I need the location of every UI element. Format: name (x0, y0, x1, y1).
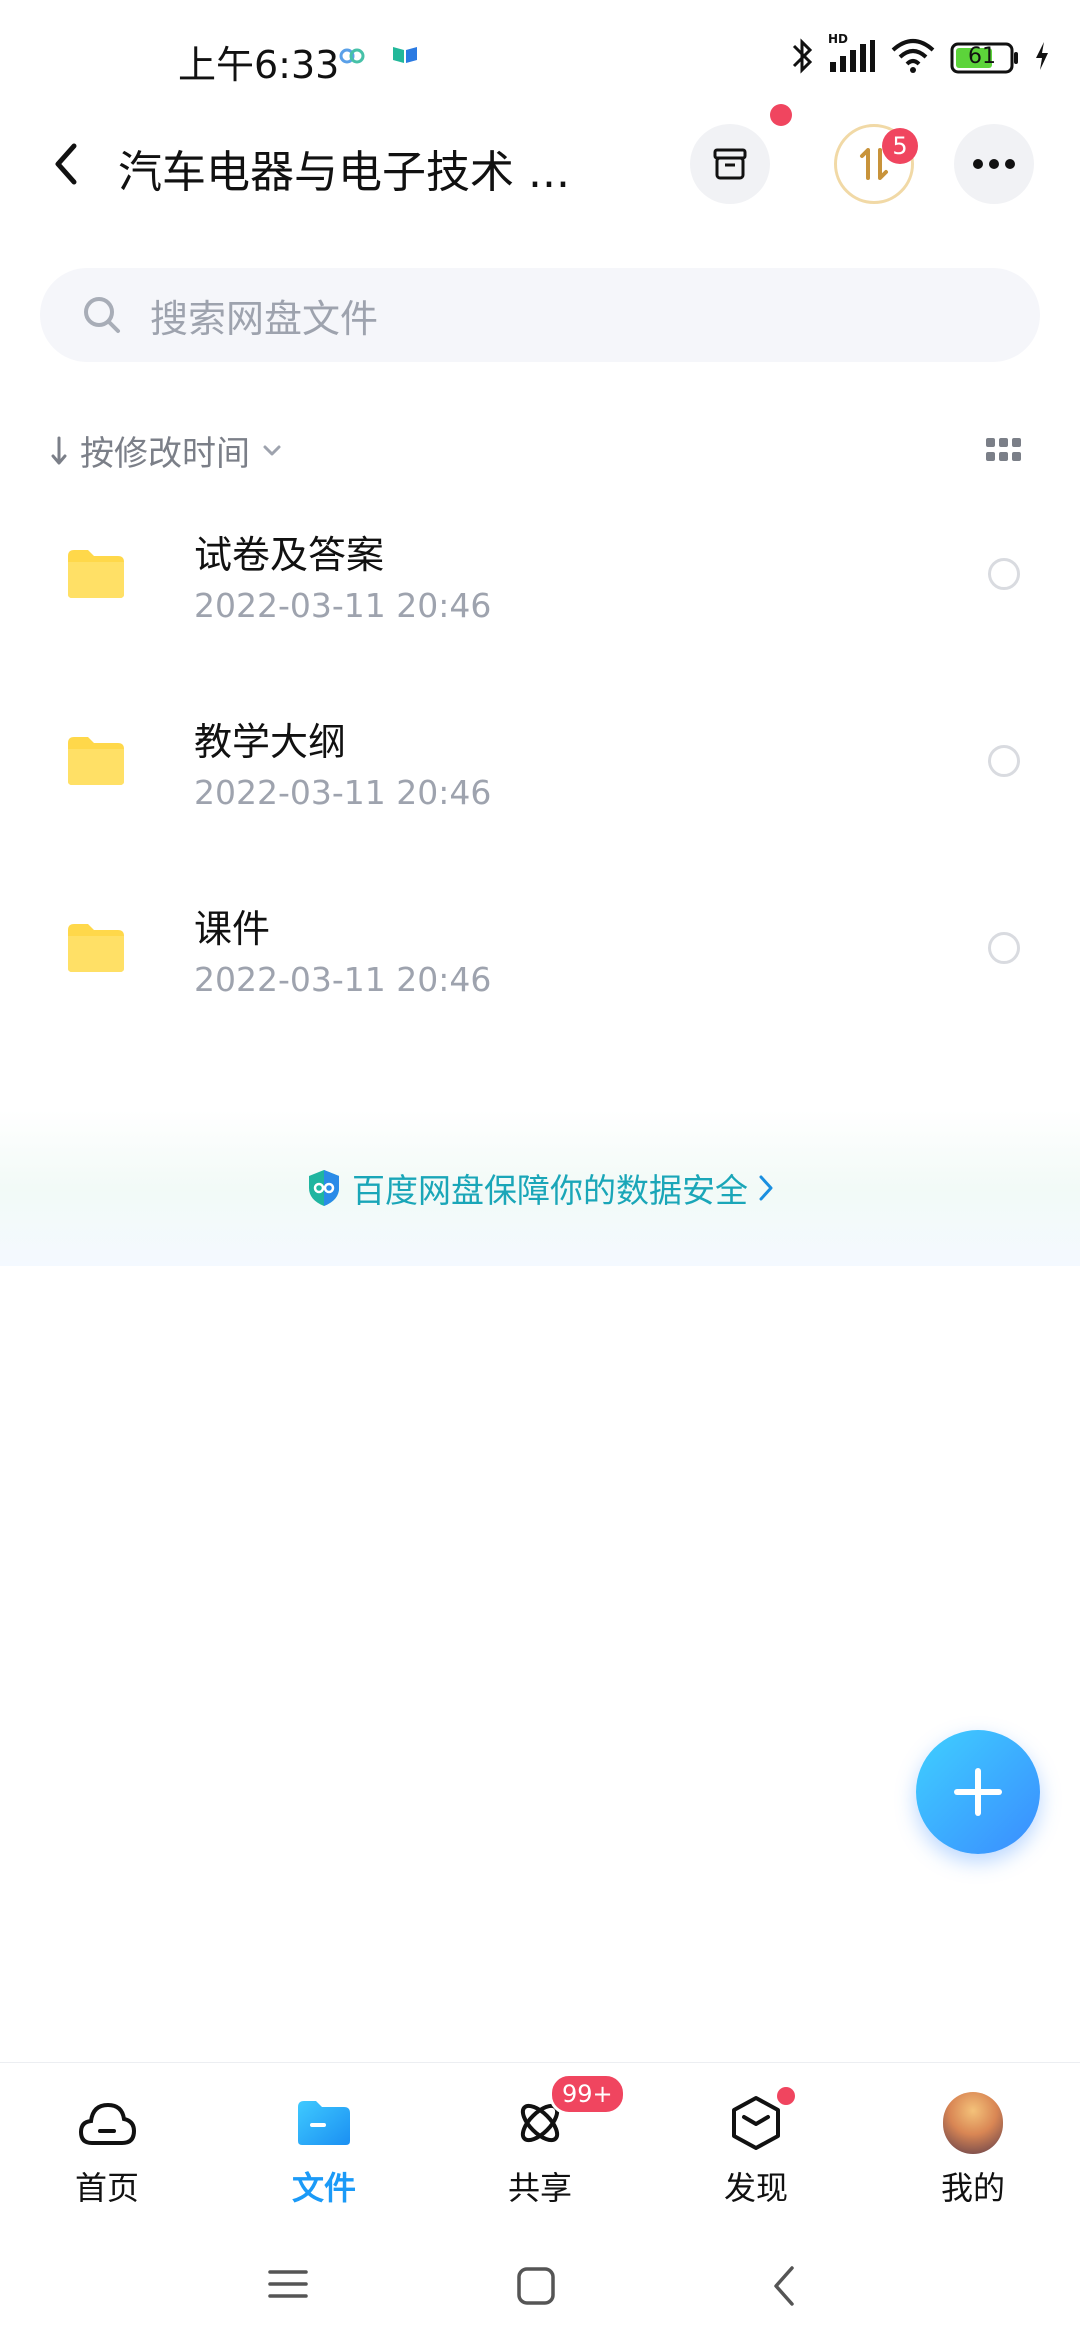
shield-icon (309, 1170, 339, 1206)
share-count-badge: 99+ (549, 2073, 626, 2115)
transfer-count-badge: 5 (882, 128, 918, 164)
discover-cube-icon (726, 2093, 786, 2153)
folder-icon (68, 550, 124, 598)
grid-icon (986, 438, 1021, 461)
nav-label: 文件 (291, 2169, 356, 2207)
search-icon (80, 293, 124, 337)
sort-label: 按修改时间 (80, 434, 250, 474)
search-input[interactable]: 搜索网盘文件 (40, 268, 1040, 362)
search-placeholder: 搜索网盘文件 (150, 296, 379, 341)
chevron-down-icon (263, 445, 281, 455)
menu-icon[interactable] (268, 2268, 308, 2300)
sort-selector[interactable]: 按修改时间 (50, 426, 282, 475)
home-square-icon[interactable] (516, 2266, 556, 2306)
security-banner[interactable]: 百度网盘保障你的数据安全 (0, 1110, 1080, 1266)
select-radio[interactable] (988, 558, 1020, 590)
cloud-home-icon (77, 2093, 137, 2153)
nav-label: 共享 (507, 2169, 572, 2207)
back-triangle-icon[interactable] (770, 2264, 798, 2308)
file-name: 课件 (194, 907, 271, 951)
back-button[interactable] (44, 134, 88, 194)
status-time: 上午6:33 (178, 43, 340, 87)
more-dots-icon (973, 159, 1015, 169)
nav-files[interactable]: 文件 (249, 2093, 399, 2209)
file-row[interactable]: 课件 2022-03-11 20:46 (0, 854, 1080, 1040)
nav-share[interactable]: 99+ 共享 (465, 2073, 626, 2209)
nav-home[interactable]: 首页 (32, 2093, 182, 2209)
select-radio[interactable] (988, 745, 1020, 777)
chevron-left-icon (55, 143, 77, 185)
file-date: 2022-03-11 20:46 (194, 960, 492, 999)
archive-button[interactable] (690, 124, 770, 204)
file-name: 教学大纲 (194, 720, 347, 764)
file-date: 2022-03-11 20:46 (194, 586, 492, 625)
battery-icon: 61 (950, 41, 1020, 75)
file-row[interactable]: 教学大纲 2022-03-11 20:46 (0, 667, 1080, 853)
folder-title: 汽车电器与电子技术 ... (118, 147, 570, 198)
wifi-icon (890, 38, 936, 78)
nav-discover[interactable]: 发现 (681, 2087, 831, 2209)
file-row[interactable]: 试卷及答案 2022-03-11 20:46 (0, 480, 1080, 666)
security-banner-text: 百度网盘保障你的数据安全 (352, 1171, 748, 1210)
folder-icon (68, 737, 124, 785)
file-date: 2022-03-11 20:46 (194, 773, 492, 812)
nav-label: 发现 (723, 2169, 788, 2207)
baidu-cloud-status-icon (338, 44, 366, 68)
book-status-icon (392, 44, 418, 68)
plus-icon (954, 1768, 1002, 1816)
system-nav-bar (0, 2232, 1080, 2340)
folder-icon (294, 2093, 354, 2153)
grid-view-toggle[interactable] (986, 438, 1022, 464)
file-name: 试卷及答案 (194, 533, 385, 577)
sort-down-arrow-icon (51, 436, 67, 464)
bottom-nav: 首页 文件 99+ 共享 发现 我的 (0, 2062, 1080, 2233)
folder-icon (68, 924, 124, 972)
archive-box-icon (713, 148, 747, 180)
avatar (943, 2092, 1003, 2154)
signal-icon: HD (828, 32, 876, 78)
nav-profile[interactable]: 我的 (898, 2092, 1048, 2209)
select-radio[interactable] (988, 932, 1020, 964)
nav-label: 我的 (940, 2169, 1005, 2207)
bluetooth-icon (790, 36, 814, 80)
nav-label: 首页 (74, 2169, 139, 2207)
add-button[interactable] (916, 1730, 1040, 1854)
archive-notification-dot (770, 104, 792, 126)
discover-notification-dot (777, 2087, 795, 2105)
more-options-button[interactable] (954, 124, 1034, 204)
chevron-right-icon (759, 1175, 773, 1201)
charging-icon (1034, 41, 1050, 75)
